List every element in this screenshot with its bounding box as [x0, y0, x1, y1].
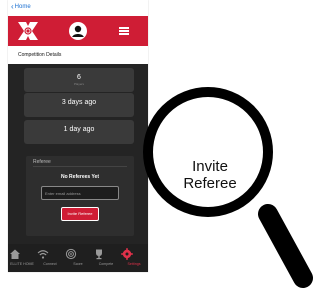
invite-referee-callout: Invite Referee: [170, 158, 250, 192]
callout-line-2: Referee: [183, 175, 237, 192]
home-icon: [10, 249, 20, 259]
nav-item-label: ELLITE HOME: [10, 262, 34, 266]
browser-bar: ‹ Home: [8, 0, 148, 14]
gear-icon: [121, 248, 133, 260]
back-home-link[interactable]: ‹ Home: [11, 3, 31, 11]
page-subheader: Competition Details: [8, 46, 148, 65]
nav-item-label: Score: [73, 262, 83, 266]
referee-panel-title: Referee: [33, 159, 51, 165]
email-field[interactable]: [41, 186, 119, 200]
callout-line-1: Invite: [192, 158, 228, 175]
app-logo-icon[interactable]: [18, 22, 38, 40]
stat-value: 3 days ago: [61, 99, 97, 106]
back-link-label: Home: [14, 4, 31, 10]
stat-value: 1 day ago: [63, 126, 95, 133]
referee-panel: Referee No Referees Yet Invite Referee: [26, 156, 134, 236]
wifi-icon: [37, 250, 49, 259]
phone-screen: ‹ Home Competition Details 6 Players 3 d…: [8, 0, 148, 272]
stat-card-updated: 1 day ago: [24, 120, 134, 144]
nav-item-score[interactable]: Score: [64, 244, 92, 272]
stat-label: Players: [73, 82, 84, 86]
app-header: [8, 16, 148, 46]
nav-item-connect[interactable]: Connect: [36, 244, 64, 272]
bottom-nav: ELLITE HOME Connect Score Compete Settin…: [8, 244, 148, 272]
nav-item-label: Connect: [43, 262, 57, 266]
chevron-left-icon: ‹: [11, 2, 14, 11]
invite-referee-button[interactable]: Invite Referee: [61, 207, 99, 221]
page-title: Competition Details: [18, 52, 62, 58]
nav-item-compete[interactable]: Compete: [92, 244, 120, 272]
stat-card-players: 6 Players: [24, 68, 134, 92]
nav-item-home[interactable]: ELLITE HOME: [8, 244, 36, 272]
hamburger-icon[interactable]: [119, 27, 129, 35]
target-icon: [65, 248, 77, 260]
main-content: 6 Players 3 days ago 1 day ago Referee N…: [8, 64, 148, 244]
user-avatar-icon[interactable]: [69, 22, 87, 40]
stat-value: 6: [77, 74, 81, 81]
nav-item-label: Compete: [98, 262, 114, 266]
stat-card-created: 3 days ago: [24, 93, 134, 117]
no-referees-message: No Referees Yet: [61, 174, 99, 180]
divider: [33, 166, 127, 167]
trophy-icon: [96, 249, 102, 260]
